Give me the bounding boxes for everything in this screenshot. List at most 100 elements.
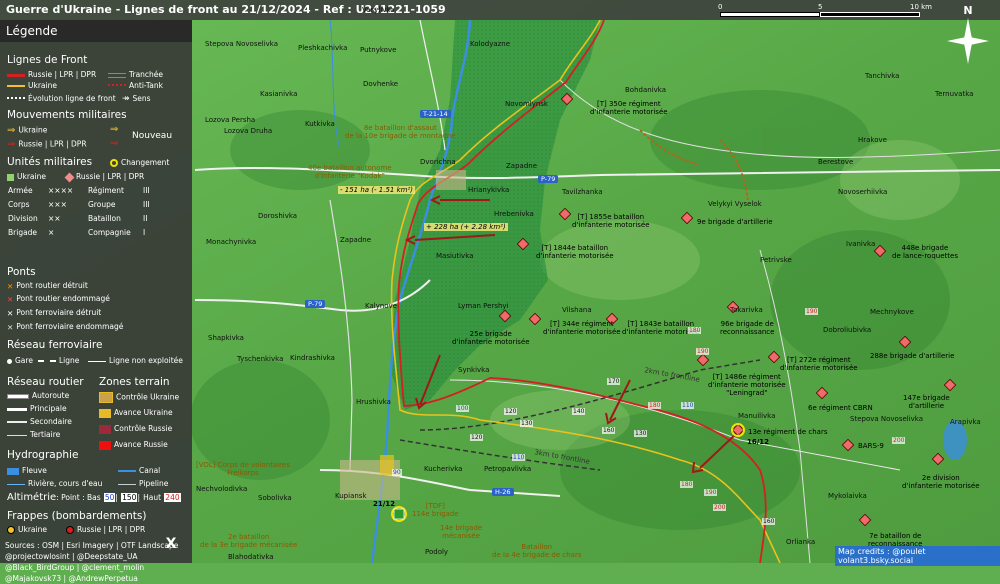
place-label: Kupiansk bbox=[335, 492, 367, 500]
elevation-label: 190 bbox=[805, 308, 819, 315]
place-label: Hrebenivka bbox=[494, 210, 534, 218]
area-change-annotation: + 228 ha (+ 2.28 km²) bbox=[424, 223, 508, 231]
scale-bar: 0 5 10 km bbox=[718, 3, 935, 19]
place-label: Petrivske bbox=[760, 256, 792, 264]
legend-zone-ukr-advance: Avance Ukraine bbox=[99, 408, 173, 418]
legend-front-russia: Russie | LPR | DPR bbox=[7, 70, 96, 79]
legend-hydro-title: Hydrographie bbox=[7, 449, 79, 461]
elevation-label: 190 bbox=[704, 489, 718, 496]
place-label: Masiutivka bbox=[436, 252, 474, 260]
ukrainian-unit-label: [TDF] 114e brigade bbox=[412, 502, 459, 518]
place-label: Putnykove bbox=[360, 46, 397, 54]
place-label: Berestove bbox=[818, 158, 854, 166]
scale-label-5: 5 bbox=[818, 3, 823, 11]
ukrainian-unit-label: 40e bataillon autonome d'infanterie "Koda… bbox=[308, 164, 392, 180]
place-label: Kolodyazne bbox=[470, 40, 511, 48]
legend-rank-name: Corps bbox=[8, 200, 30, 209]
place-label: Tokarivka bbox=[730, 306, 763, 314]
north-arrow: N bbox=[945, 4, 991, 64]
compass-rose-icon bbox=[947, 18, 989, 64]
legend-move-new: ⇒ bbox=[110, 124, 119, 135]
elevation-label: 190 bbox=[696, 348, 710, 355]
legend-hydro-pipeline: Pipeline bbox=[118, 479, 168, 488]
legend-rank-name: Division bbox=[8, 214, 38, 223]
legend-move-new-rus: ⇒ bbox=[110, 138, 119, 149]
legend-units-change: Changement bbox=[110, 158, 169, 167]
place-label: Hrushivka bbox=[356, 398, 391, 406]
legend-rank-name: Armée bbox=[8, 186, 33, 195]
place-label: Kucherivka bbox=[424, 465, 463, 473]
legend-rail-station: Gare bbox=[7, 356, 33, 365]
russian-unit-label: 25e brigade d'infanterie motorisée bbox=[452, 330, 530, 346]
legend-bridges-title: Ponts bbox=[7, 266, 36, 278]
elevation-label: 140 bbox=[572, 408, 586, 415]
place-label: Bohdanivka bbox=[625, 86, 666, 94]
russian-unit-label: BARS-9 bbox=[858, 442, 884, 450]
place-label: Vilshana bbox=[562, 306, 592, 314]
elevation-label: 120 bbox=[504, 408, 518, 415]
legend-front-evolution: Évolution ligne de front bbox=[7, 94, 116, 103]
legend-rank-name: Brigade bbox=[8, 228, 38, 237]
place-label: Stepova Novoselivka bbox=[850, 415, 924, 423]
place-label: Stepova Novoselivka bbox=[205, 40, 279, 48]
russian-unit-label: [T] 272e régiment d'infanterie motorisée bbox=[780, 356, 858, 372]
place-label: Tavilzhanka bbox=[562, 188, 603, 196]
legend-rank-symbol: ××× bbox=[48, 200, 67, 209]
x-logo-icon[interactable]: X bbox=[160, 533, 182, 555]
place-label: Ternuvatka bbox=[935, 90, 974, 98]
elevation-label: 110 bbox=[681, 402, 695, 409]
legend-front-ukraine: Ukraine bbox=[7, 81, 57, 90]
place-label: Tanchivka bbox=[865, 72, 900, 80]
legend-units-ukraine: Ukraine bbox=[7, 172, 46, 181]
russian-unit-label: 6e régiment CBRN bbox=[808, 404, 873, 412]
place-label: Shapkivka bbox=[208, 334, 244, 342]
area-change-annotation: - 151 ha (- 1.51 km²) bbox=[338, 186, 415, 194]
map-credits: Map credits : @poulet volant3.bsky.socia… bbox=[835, 546, 1000, 566]
legend-road-secondary: Secondaire bbox=[7, 417, 72, 426]
place-label: Novoserhiivka bbox=[838, 188, 888, 196]
place-label: Dovhenke bbox=[363, 80, 399, 88]
place-label: Hrakove bbox=[858, 136, 887, 144]
place-label: Mykolaivka bbox=[828, 492, 867, 500]
place-label: Synkivka bbox=[458, 366, 490, 374]
russian-unit-label: [T] 1486e régiment d'infanterie motorisée… bbox=[708, 373, 786, 397]
place-label: Mechnykove bbox=[870, 308, 914, 316]
russian-unit-label: 2e division d'infanterie motorisée bbox=[902, 474, 980, 490]
place-label: Vasylivka bbox=[362, 6, 395, 14]
russian-unit-label: 13e régiment de chars bbox=[748, 428, 828, 436]
legend-altimetry: Altimétrie: Point : Bas 50| 150| Haut 24… bbox=[7, 492, 181, 503]
russian-unit-label: [T] 1844e bataillon d'infanterie motorisé… bbox=[536, 244, 614, 260]
place-label: Zapadne bbox=[506, 162, 538, 170]
legend-units-title: Unités militaires bbox=[7, 156, 93, 168]
place-label: Pleshkachivka bbox=[298, 44, 348, 52]
elevation-label: 180 bbox=[680, 481, 694, 488]
legend-road-main: Principale bbox=[7, 404, 67, 413]
place-label: Orlianka bbox=[786, 538, 816, 546]
legend-hydro-river-major: Fleuve bbox=[7, 466, 47, 475]
legend-rank-name: Compagnie bbox=[88, 228, 131, 237]
place-label: Nechvolodivka bbox=[196, 485, 248, 493]
legend-move-new-label: Nouveau bbox=[132, 131, 173, 141]
place-label: Lozova Druha bbox=[224, 127, 273, 135]
legend-rank-symbol: III bbox=[143, 200, 150, 209]
place-label: Velykyi Vyselok bbox=[708, 200, 762, 208]
russian-unit-label: 288e brigade d'artillerie bbox=[870, 352, 955, 360]
legend-movements-title: Mouvements militaires bbox=[7, 109, 127, 121]
elevation-label: 200 bbox=[713, 504, 727, 511]
legend-front-direction: ↠ Sens bbox=[122, 94, 151, 104]
elevation-label: 170 bbox=[607, 378, 621, 385]
legend-road-highway: Autoroute bbox=[7, 391, 69, 400]
legend-rank-symbol: I bbox=[143, 228, 146, 237]
alt-high: 240 bbox=[164, 493, 181, 502]
ukrainian-unit-label: [VOL] Corps de volontaires Freikorps bbox=[196, 461, 290, 477]
russian-unit-label: [T] 1855e bataillon d'infanterie motorisé… bbox=[572, 213, 650, 229]
place-label: Kalynove bbox=[365, 302, 398, 310]
legend-hydro-canal: Canal bbox=[118, 466, 160, 475]
place-label: Kasianivka bbox=[260, 90, 298, 98]
legend-rank-name: Groupe bbox=[88, 200, 116, 209]
legend-panel: Légende Lignes de Front Russie | LPR | D… bbox=[0, 20, 192, 583]
road-number-badge: H-26 bbox=[492, 488, 514, 496]
place-label: Sobolivka bbox=[258, 494, 292, 502]
russian-unit-label: 448e brigade de lance-roquettes bbox=[892, 244, 958, 260]
elevation-label: 110 bbox=[512, 454, 526, 461]
